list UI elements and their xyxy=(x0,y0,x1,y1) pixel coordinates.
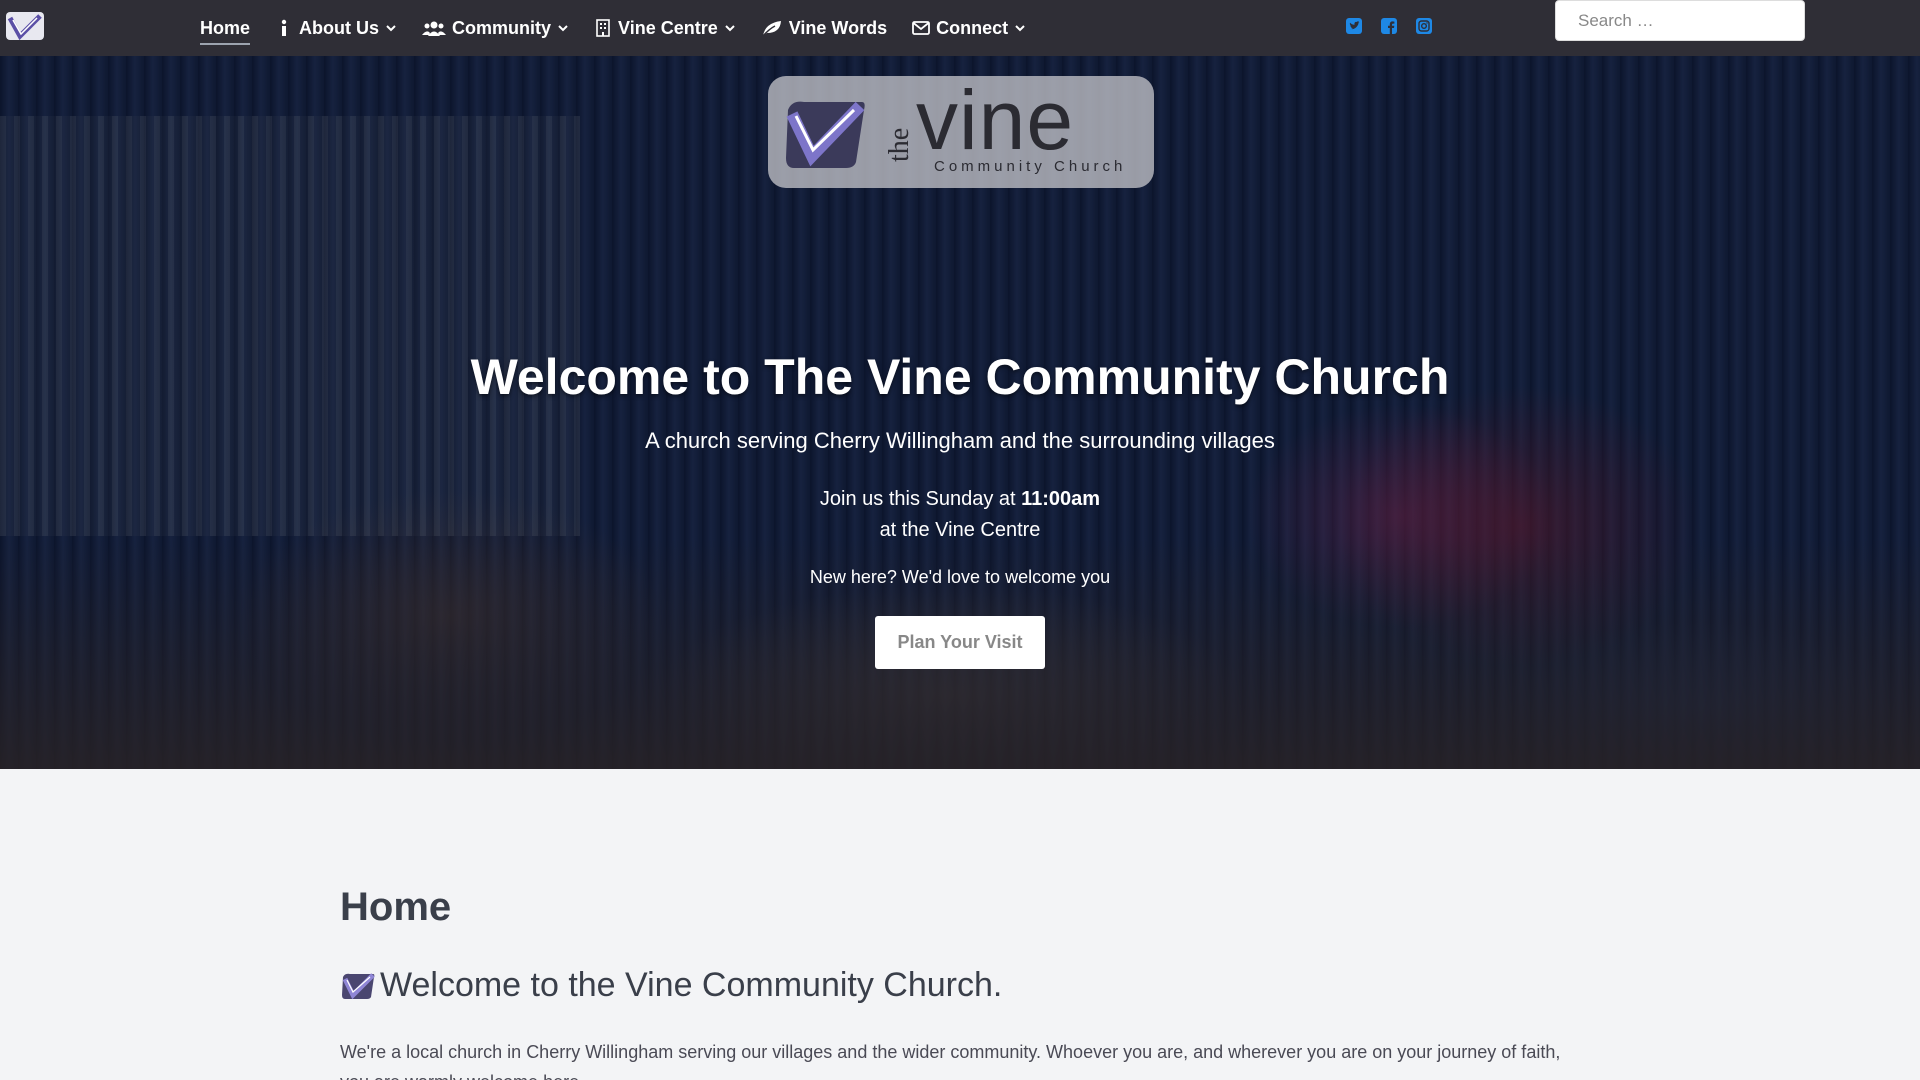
service-location: at the Vine Centre xyxy=(879,519,1041,541)
hero-church-logo: the vine Community Church xyxy=(768,76,1154,188)
intro-paragraph: We're a local church in Cherry Willingha… xyxy=(340,1042,1561,1080)
chevron-down-icon xyxy=(1014,22,1026,34)
site-logo-icon[interactable] xyxy=(4,8,46,44)
nav-community[interactable]: Community xyxy=(422,0,582,56)
nav-connect-label: Connect xyxy=(936,17,1009,38)
service-time: 11:00am xyxy=(1021,488,1101,510)
facebook-icon[interactable] xyxy=(1381,18,1397,34)
nav-home-label: Home xyxy=(200,18,251,45)
main-nav: Home About Us Community Vine Centre Vine… xyxy=(200,0,1051,56)
twitter-icon[interactable] xyxy=(1346,18,1362,34)
nav-community-label: Community xyxy=(452,17,552,38)
chevron-down-icon xyxy=(557,22,569,34)
hero-logo-vine: vine xyxy=(916,73,1075,167)
service-join-text: Join us this Sunday at xyxy=(819,488,1022,510)
hero-tagline: A church serving Cherry Willingham and t… xyxy=(645,428,1275,453)
chevron-down-icon xyxy=(385,22,397,34)
new-visitor-text: New here? We'd love to welcome you xyxy=(809,567,1111,587)
nav-connect[interactable]: Connect xyxy=(912,0,1039,56)
hero-logo-subtitle: Community Church xyxy=(934,158,1127,175)
info-icon xyxy=(275,19,293,37)
nav-vine-words[interactable]: Vine Words xyxy=(761,0,900,56)
social-links xyxy=(1346,18,1432,34)
welcome-heading: Welcome to the Vine Community Church. xyxy=(340,966,1580,1005)
nav-home[interactable]: Home xyxy=(200,0,263,56)
nav-vine-centre-label: Vine Centre xyxy=(618,17,718,38)
instagram-icon[interactable] xyxy=(1416,18,1432,34)
plan-your-visit-button[interactable]: Plan Your Visit xyxy=(875,616,1045,669)
main-content: Home Welcome to the Vine Community Churc… xyxy=(340,885,1580,1080)
nav-about-us-label: About Us xyxy=(299,17,380,38)
nav-vine-words-label: Vine Words xyxy=(788,17,888,38)
leaf-icon xyxy=(761,19,783,37)
nav-about-us[interactable]: About Us xyxy=(275,0,410,56)
top-navigation-bar: Home About Us Community Vine Centre Vine… xyxy=(0,0,1920,56)
users-icon xyxy=(422,19,447,37)
page-title: Home xyxy=(340,885,452,929)
vine-logo-mark-icon xyxy=(786,101,865,168)
service-time-info: Join us this Sunday at 11:00am at the Vi… xyxy=(0,484,1920,546)
building-icon xyxy=(594,19,612,37)
hero-title: Welcome to The Vine Community Church xyxy=(470,349,1450,405)
nav-vine-centre[interactable]: Vine Centre xyxy=(594,0,749,56)
vine-logo-mark-icon xyxy=(342,972,375,999)
welcome-heading-text: Welcome to the Vine Community Church. xyxy=(380,966,1003,1004)
hero-logo-the: the xyxy=(884,127,915,162)
envelope-icon xyxy=(912,19,930,37)
search-input[interactable] xyxy=(1555,0,1805,41)
hero-banner: the vine Community Church Welcome to The… xyxy=(0,56,1920,769)
chevron-down-icon xyxy=(724,22,736,34)
